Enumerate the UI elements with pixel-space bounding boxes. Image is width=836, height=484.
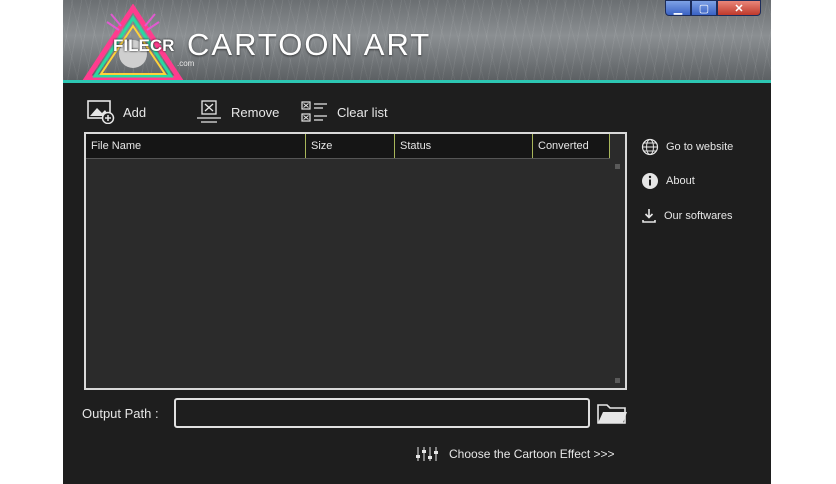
column-status[interactable]: Status xyxy=(395,134,533,158)
output-path-label: Output Path : xyxy=(82,406,159,421)
logo-text: FILECR xyxy=(113,36,175,55)
output-path-input[interactable] xyxy=(174,398,590,428)
our-softwares-label: Our softwares xyxy=(664,210,733,222)
about-link[interactable]: About xyxy=(641,171,695,191)
remove-icon xyxy=(197,100,221,123)
app-window: FILECR .com CARTOON ART ▁ ▢ ✕ Add Remove xyxy=(63,0,771,484)
clear-list-label: Clear list xyxy=(337,104,388,120)
our-softwares-link[interactable]: Our softwares xyxy=(641,206,732,226)
add-label: Add xyxy=(123,104,147,120)
add-image-icon xyxy=(87,100,115,124)
scrollbar-bottom-grip[interactable] xyxy=(615,378,620,383)
equalizer-icon xyxy=(416,447,438,461)
clear-list-icon xyxy=(301,101,327,122)
table-header: File Name Size Status Converted xyxy=(86,134,610,159)
file-list-table[interactable]: File Name Size Status Converted xyxy=(84,132,627,390)
download-icon xyxy=(642,209,656,223)
about-label: About xyxy=(666,175,695,187)
remove-button[interactable]: Remove xyxy=(195,98,279,126)
clear-list-button[interactable]: Clear list xyxy=(301,98,388,126)
choose-cartoon-effect-label: Choose the Cartoon Effect >>> xyxy=(449,447,615,461)
go-to-website-label: Go to website xyxy=(666,141,734,153)
remove-label: Remove xyxy=(231,104,280,120)
info-icon xyxy=(642,173,658,189)
minimize-button[interactable]: ▁ xyxy=(665,0,691,16)
globe-icon xyxy=(641,138,659,156)
add-button[interactable]: Add xyxy=(87,98,146,126)
close-button[interactable]: ✕ xyxy=(717,0,761,16)
folder-icon[interactable] xyxy=(596,400,628,426)
go-to-website-link[interactable]: Go to website xyxy=(641,137,733,157)
window-controls: ▁ ▢ ✕ xyxy=(665,0,761,18)
choose-cartoon-effect-button[interactable]: Choose the Cartoon Effect >>> xyxy=(415,444,615,464)
scrollbar-top-grip[interactable] xyxy=(615,164,620,169)
header-accent-line xyxy=(63,80,771,83)
column-size[interactable]: Size xyxy=(306,134,395,158)
maximize-button[interactable]: ▢ xyxy=(691,0,717,16)
column-converted[interactable]: Converted xyxy=(533,134,610,158)
app-title: CARTOON ART xyxy=(187,27,432,62)
column-file-name[interactable]: File Name xyxy=(86,134,306,158)
header-banner: FILECR .com CARTOON ART ▁ ▢ ✕ xyxy=(63,0,771,80)
